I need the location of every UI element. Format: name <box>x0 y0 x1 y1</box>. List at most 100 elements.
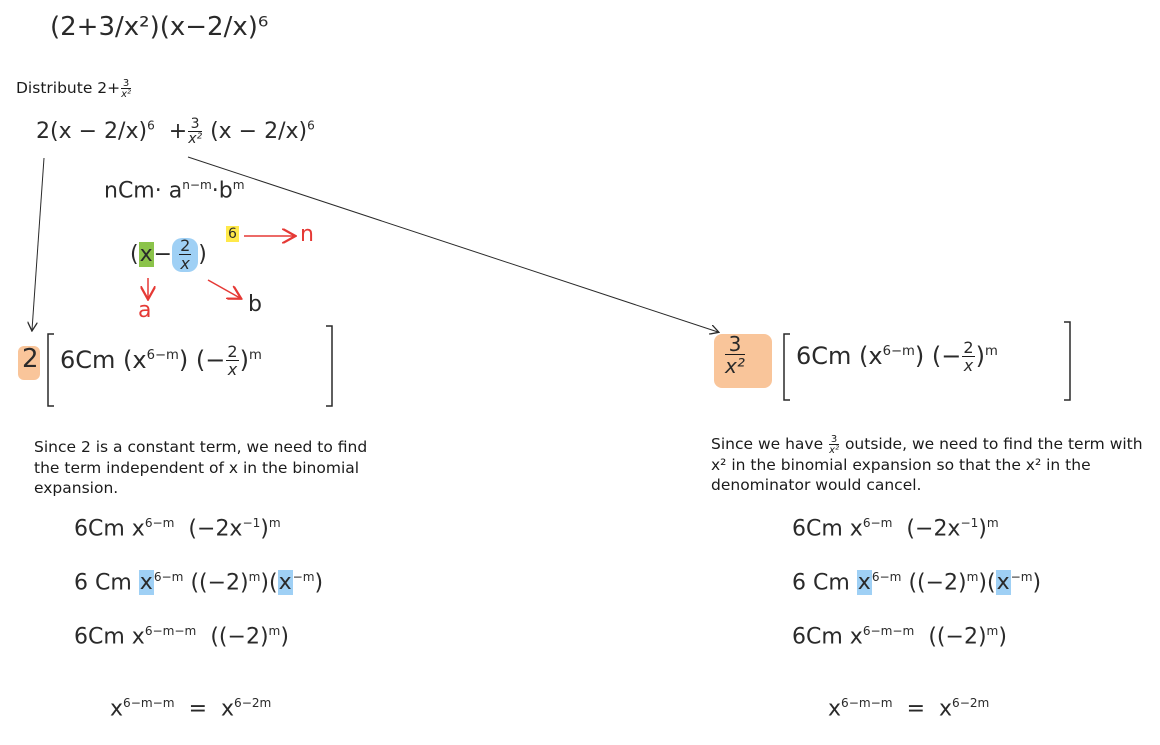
formula-b: ·b <box>211 178 233 204</box>
top-expression-text: (2+3/x²)(x−2/x)⁶ <box>50 12 269 42</box>
left-l2-x-highlight: x <box>138 570 154 596</box>
right-l2-mid2: )( <box>978 570 996 596</box>
left-l4-eq: = <box>188 696 207 722</box>
right-l1-exp: 6−m <box>862 516 893 530</box>
distribute-frac-num: 3 <box>121 77 132 89</box>
right-l2-exp: 6−m <box>871 570 902 584</box>
right-l1-tail-exp: −1 <box>960 516 979 530</box>
left-frac-close: ) <box>239 346 249 374</box>
distribute-frac-den: x² <box>121 88 132 100</box>
right-work-line-4: x6−m−m = x6−2m <box>828 696 989 721</box>
right-l1-tail: (−2x <box>906 516 961 542</box>
right-fraction: 2x <box>962 338 975 375</box>
right-explanation: Since we have 3 x² outside, we need to fi… <box>711 434 1151 496</box>
left-l2-close: ) <box>314 570 324 596</box>
left-l3-tail-exp: m <box>268 624 281 638</box>
arrow-to-b <box>207 279 240 298</box>
left-l2-mid2: )( <box>260 570 278 596</box>
annot-frac-num: 2 <box>179 236 192 255</box>
right-work-line-3: 6Cm x6−m−m ((−2)m) <box>792 624 1007 649</box>
right-expl-fraction: 3 x² <box>829 433 840 455</box>
left-inner-exp: 6−m <box>146 348 179 363</box>
right-frac-open: (− <box>931 342 962 370</box>
right-inner-close: ) <box>914 342 925 370</box>
arrow-left-down <box>32 157 45 330</box>
right-l2-x2-highlight: x <box>995 570 1011 596</box>
right-work-line-1: 6Cm x6−m (−2x−1)m <box>792 516 999 541</box>
right-l4-x: x <box>828 696 842 722</box>
step1-paren-inner: x − 2/x <box>58 119 139 144</box>
left-l2-x2-highlight: x <box>277 570 293 596</box>
right-expl-num: 3 <box>829 433 840 445</box>
left-l2-mid-exp: m <box>248 570 261 584</box>
right-l3-exp: 6−m−m <box>862 624 915 638</box>
right-m-exp: m <box>984 344 998 359</box>
formula-b-exp: m <box>232 178 245 192</box>
right-frac-num: 2 <box>962 338 975 357</box>
left-work-line-1: 6Cm x6−m (−2x−1)m <box>74 516 281 541</box>
step1-fraction: 3 x² <box>188 117 203 147</box>
left-l3-tail: ((−2) <box>210 624 269 650</box>
left-close-bracket <box>326 325 333 407</box>
right-l1-a: 6Cm x <box>792 516 863 542</box>
right-l4-x2: x <box>939 696 953 722</box>
left-l4-exp: 6−m−m <box>123 696 175 710</box>
left-work-line-4: x6−m−m = x6−2m <box>110 696 271 721</box>
left-work-line-2: 6 Cm x6−m ((−2)m)(x−m) <box>74 570 324 596</box>
step1-expansion: 2(x − 2/x)6 +3 x² (x − 2/x)6 <box>36 116 315 147</box>
right-l2-close: ) <box>1032 570 1042 596</box>
right-work-line-2: 6 Cm x6−m ((−2)m)(x−m) <box>792 570 1042 596</box>
step1-frac-den: x² <box>188 131 203 147</box>
right-expl-pre: Since we have <box>711 435 824 453</box>
right-coef-num: 3 <box>725 334 745 355</box>
left-l1-exp: 6−m <box>144 516 175 530</box>
annot-minus: − <box>153 242 173 267</box>
right-inner: 6Cm (x <box>796 342 883 370</box>
left-l2-mid: ((−2) <box>190 570 249 596</box>
label-a: a <box>138 298 152 323</box>
highlight-b-term: 2x <box>172 236 199 273</box>
right-inner-exp: 6−m <box>882 344 915 359</box>
right-l3-a: 6Cm x <box>792 624 863 650</box>
left-l1-a: 6Cm x <box>74 516 145 542</box>
distribute-label: Distribute 2+ 3 x² <box>16 78 132 99</box>
right-l4-eq: = <box>906 696 925 722</box>
left-l4-x2: x <box>221 696 235 722</box>
left-l1-m: m <box>268 516 281 530</box>
left-l3-exp: 6−m−m <box>144 624 197 638</box>
left-bracket-content: 6Cm (x6−m) (− 2 x)m <box>60 344 262 378</box>
right-l2-x2-exp: −m <box>1010 570 1033 584</box>
left-l2-exp: 6−m <box>153 570 184 584</box>
left-explanation: Since 2 is a constant term, we need to f… <box>34 438 368 497</box>
distribute-fraction: 3 x² <box>121 77 132 100</box>
left-frac-open: (− <box>195 346 226 374</box>
binomial-formula: nCm· an−m·bm <box>104 178 245 203</box>
left-l1-tail: (−2x <box>188 516 243 542</box>
left-m-exp: m <box>248 348 262 363</box>
formula-exp: n−m <box>182 178 212 192</box>
left-l4-x: x <box>110 696 124 722</box>
right-close-bracket <box>1064 321 1071 401</box>
annotated-binomial: (x− 2 x) <box>130 236 207 273</box>
right-l2-a: 6 Cm <box>792 570 850 596</box>
highlight-power: 6 <box>226 226 239 242</box>
left-frac-num: 2 <box>226 342 239 361</box>
left-frac-den: x <box>227 360 238 379</box>
right-frac-close: ) <box>975 342 985 370</box>
right-l3-close: ) <box>998 624 1007 650</box>
left-l2-x2-exp: −m <box>292 570 315 584</box>
left-inner-close: ) <box>178 346 189 374</box>
right-frac-den: x <box>963 356 974 375</box>
right-l3-tail: ((−2) <box>928 624 987 650</box>
left-fraction: 2x <box>226 342 239 379</box>
right-l1-close: ) <box>978 516 987 542</box>
step1-frac-num: 3 <box>188 117 203 132</box>
step1-power: 6 <box>147 118 155 133</box>
annot-frac-den: x <box>180 254 190 273</box>
right-coef-den: x² <box>725 354 745 378</box>
step1-power-2: 6 <box>307 118 315 133</box>
left-open-bracket <box>47 333 54 407</box>
left-l1-tail-exp: −1 <box>242 516 261 530</box>
distribute-text: Distribute 2+ <box>16 79 121 97</box>
right-l2-mid-exp: m <box>966 570 979 584</box>
